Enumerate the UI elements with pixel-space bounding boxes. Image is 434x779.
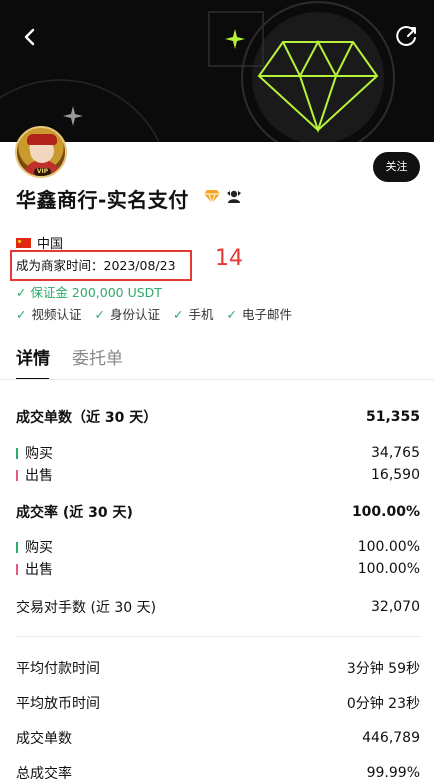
section-divider: [16, 636, 420, 637]
chevron-left-icon[interactable]: [18, 22, 42, 52]
china-flag-icon: [16, 237, 31, 248]
diamond-icon: [204, 190, 220, 203]
buy-indicator: [16, 447, 18, 459]
verification-email: ✓ 电子邮件: [226, 307, 293, 322]
buy-indicator: [16, 541, 18, 553]
stat-counterparties: 交易对手数 (近 30 天) 32,070: [16, 599, 420, 616]
verification-video: ✓ 视频认证: [16, 307, 82, 322]
stat-avg-release-time: 平均放币时间 0分钟 23秒: [16, 696, 420, 712]
stat-orders-buy: 购买 34,765: [16, 443, 420, 463]
tab-orders[interactable]: 委托单: [72, 344, 123, 369]
vip-badge: VIP: [34, 168, 51, 176]
share-icon[interactable]: [394, 24, 420, 50]
follow-button[interactable]: 关注: [373, 152, 420, 182]
stat-rate-buy: 购买 100.00%: [16, 537, 420, 557]
stat-orders-sell: 出售 16,590: [16, 465, 420, 485]
merchant-name: 华鑫商行-实名支付: [16, 188, 189, 212]
stat-total-orders: 成交单数 446,789: [16, 730, 420, 747]
verification-list: ✓ 视频认证 ✓ 身份认证 ✓ 手机 ✓ 电子邮件: [16, 304, 292, 323]
sell-indicator: [16, 563, 18, 575]
avatar: VIP: [15, 126, 67, 178]
stat-total-rate: 总成交率 99.99%: [16, 765, 420, 779]
diamond-banner-graphic: [0, 1, 395, 142]
verification-phone: ✓ 手机: [173, 307, 214, 322]
check-icon: ✓: [94, 307, 105, 322]
check-icon: ✓: [226, 307, 237, 322]
stat-rate-sell: 出售 100.00%: [16, 559, 420, 579]
merchant-since: 成为商家时间：2023/08/23: [10, 250, 192, 281]
stat-avg-pay-time: 平均付款时间 3分钟 59秒: [16, 661, 420, 677]
deposit-label: 保证金 200,000 USDT: [30, 285, 162, 300]
tab-bar: 详情 委托单: [16, 344, 123, 380]
check-icon: ✓: [16, 285, 31, 300]
deposit-row: ✓ 保证金 200,000 USDT: [16, 282, 162, 301]
check-icon: ✓: [16, 307, 27, 322]
tabs-divider: [0, 379, 434, 380]
check-icon: ✓: [173, 307, 184, 322]
annotation-number: 14: [215, 246, 243, 271]
stat-rate-30d: 成交率 (近 30 天) 100.00%: [16, 504, 420, 521]
verification-id: ✓ 身份认证: [94, 307, 161, 322]
merchant-icon: [227, 190, 241, 203]
tab-details[interactable]: 详情: [16, 344, 50, 380]
stat-orders-30d: 成交单数（近 30 天） 51,355: [16, 409, 420, 426]
header-banner: [0, 0, 434, 142]
sell-indicator: [16, 469, 18, 481]
